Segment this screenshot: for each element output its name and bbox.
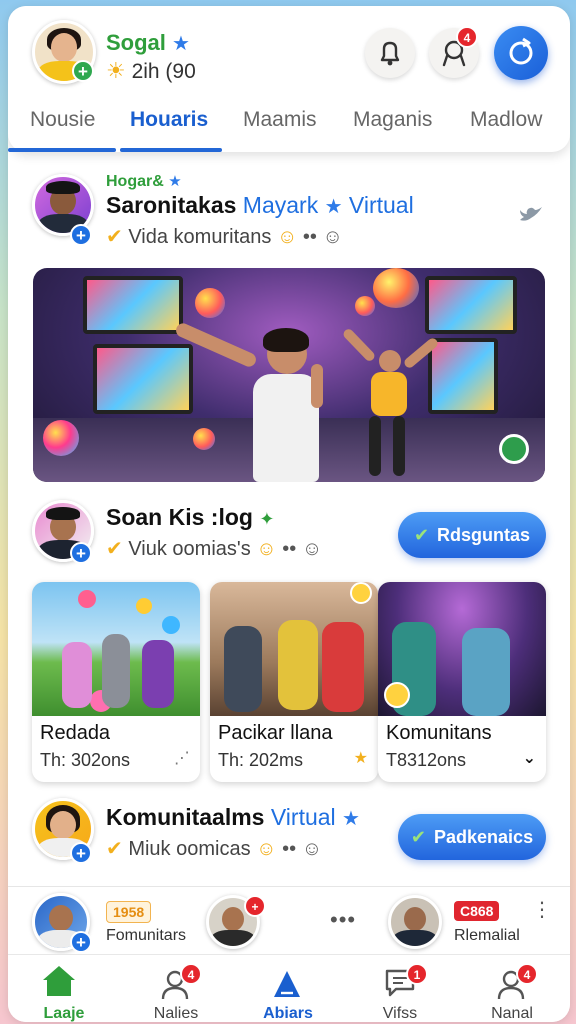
bell-icon bbox=[380, 41, 400, 66]
user-name: Sogal ★ bbox=[106, 30, 190, 55]
card-image bbox=[378, 582, 546, 716]
leaf-icon: ✔ bbox=[413, 524, 430, 545]
tab-maganis[interactable]: Maganis bbox=[353, 108, 432, 132]
coin-icon: ✔ bbox=[106, 226, 123, 248]
card-title: Komunitans bbox=[386, 722, 492, 744]
tab-underline-active bbox=[120, 148, 222, 152]
nav-laaje[interactable]: Laaje bbox=[8, 955, 120, 1022]
emoji-icon: ☺ bbox=[301, 838, 323, 860]
tab-nousie[interactable]: Nousie bbox=[30, 108, 95, 132]
bottom-nav: Laaje 4 Nalies Abiars 1 Vifss 4 Nanal bbox=[8, 954, 570, 1022]
add-badge[interactable]: + bbox=[244, 895, 266, 917]
refresh-icon bbox=[509, 37, 533, 65]
post1-image[interactable] bbox=[33, 268, 545, 482]
count-badge: C868 bbox=[454, 901, 500, 921]
emoji-icon: ☺ bbox=[301, 538, 323, 560]
verified-star-icon: ★ bbox=[168, 173, 182, 190]
nav-vifss[interactable]: 1 Vifss bbox=[344, 955, 456, 1022]
post2-meta: ✔ Viuk oomias's ☺ •• ☺ bbox=[106, 538, 323, 560]
notification-badge: 4 bbox=[180, 963, 202, 985]
home-icon bbox=[43, 966, 75, 996]
leaf-icon: ✔ bbox=[410, 826, 427, 847]
notification-badge: 4 bbox=[456, 26, 478, 48]
verified-star-icon: ★ bbox=[342, 808, 360, 830]
card-title: Redada bbox=[40, 722, 111, 744]
count-badge: 1958 bbox=[106, 901, 152, 923]
verified-star-icon: ★ bbox=[172, 33, 190, 55]
smile-icon: ☺ bbox=[256, 538, 277, 560]
top-header: + Sogal ★ ☀ 2ih (90 4 Nousie Houaris Maa… bbox=[8, 6, 570, 152]
nav-label: Nalies bbox=[153, 1005, 199, 1022]
share-icon bbox=[274, 971, 300, 997]
post3-name[interactable]: Komunitaalms Virtual ★ bbox=[106, 804, 360, 831]
share-dots-icon[interactable]: ⋰ bbox=[174, 748, 190, 768]
verified-star-icon: ★ bbox=[324, 196, 343, 218]
post1-meta: ✔ Vida komuritans ☺ •• ☺ bbox=[106, 226, 343, 248]
refresh-button[interactable] bbox=[494, 26, 548, 80]
verified-leaf-icon: ✦ bbox=[259, 509, 275, 529]
notification-badge: 1 bbox=[406, 963, 428, 985]
post2-name[interactable]: Soan Kis :log ✦ bbox=[106, 504, 274, 531]
post1-name[interactable]: Saronitakas Mayark ★ Virtual bbox=[106, 192, 414, 219]
card-subtitle: Th: 302ons bbox=[40, 750, 131, 770]
follow-icon[interactable]: + bbox=[70, 842, 92, 864]
post1-tag: Hogar& ★ bbox=[106, 173, 182, 190]
notification-badge: 4 bbox=[516, 963, 538, 985]
play-indicator-icon[interactable] bbox=[499, 434, 529, 464]
bell-button[interactable] bbox=[365, 28, 415, 78]
coin-icon: ✔ bbox=[106, 538, 123, 560]
card-komunitans[interactable]: Komunitans T8312ons ⌄ bbox=[378, 582, 546, 782]
tab-madlow[interactable]: Madlow bbox=[470, 108, 542, 132]
card-image bbox=[32, 582, 200, 716]
coin-icon: ✔ bbox=[106, 838, 123, 860]
tab-houaris[interactable]: Houaris bbox=[130, 108, 208, 132]
nav-nalies[interactable]: 4 Nalies bbox=[120, 955, 232, 1022]
follow-icon[interactable]: + bbox=[70, 542, 92, 564]
more-dots-icon[interactable]: ••• bbox=[330, 907, 356, 933]
post3-meta: ✔ Miuk oomicas ☺ •• ☺ bbox=[106, 838, 323, 860]
suggestion-label-right[interactable]: Rlemalial bbox=[454, 927, 520, 945]
nav-nanal[interactable]: 4 Nanal bbox=[456, 955, 568, 1022]
suggestion-avatar-right[interactable] bbox=[388, 895, 442, 949]
smile-icon: ☺ bbox=[276, 226, 298, 248]
post3-action-button[interactable]: ✔ Padkenaics bbox=[398, 814, 546, 860]
star-icon[interactable]: ★ bbox=[354, 748, 368, 768]
card-image bbox=[210, 582, 378, 716]
add-status-icon[interactable]: + bbox=[72, 60, 94, 82]
suggestion-strip: + 1958 Fomunitars + ••• C868 Rlemalial ⋮ bbox=[8, 886, 570, 956]
suggestion-label-left[interactable]: Fomunitars bbox=[106, 927, 186, 945]
chevron-down-icon[interactable]: ⌄ bbox=[523, 748, 536, 768]
card-row: Redada Th: 302ons ⋰ Pacikar llana Th: 20… bbox=[32, 582, 546, 782]
follow-icon[interactable]: + bbox=[70, 224, 92, 246]
card-title: Pacikar llana bbox=[218, 722, 333, 744]
nav-abiars[interactable]: Abiars bbox=[232, 955, 344, 1022]
user-status: ☀ 2ih (90 bbox=[106, 58, 196, 83]
tab-underline-left bbox=[8, 148, 116, 152]
kebab-menu-icon[interactable]: ⋮ bbox=[532, 900, 552, 920]
card-pacikar[interactable]: Pacikar llana Th: 202ms ★ bbox=[210, 582, 378, 782]
smile-icon: ☺ bbox=[256, 838, 277, 860]
card-redada[interactable]: Redada Th: 302ons ⋰ bbox=[32, 582, 200, 782]
tab-bar: Nousie Houaris Maamis Maganis Madlow bbox=[8, 98, 570, 152]
card-subtitle: Th: 202ms bbox=[218, 750, 304, 770]
bird-icon[interactable] bbox=[518, 204, 544, 226]
app-shell: + Sogal ★ ☀ 2ih (90 4 Nousie Houaris Maa… bbox=[8, 6, 570, 1022]
nav-label: Nanal bbox=[491, 1005, 533, 1022]
sun-icon: ☀ bbox=[106, 58, 126, 83]
nav-label: Abiars bbox=[263, 1005, 313, 1022]
nav-label: Vifss bbox=[382, 1005, 418, 1022]
emoji-icon: ☺ bbox=[322, 226, 343, 248]
nav-label: Laaje bbox=[43, 1005, 85, 1022]
follow-icon[interactable]: + bbox=[70, 931, 92, 953]
tab-maamis[interactable]: Maamis bbox=[243, 108, 317, 132]
post2-action-button[interactable]: ✔ Rdsguntas bbox=[398, 512, 546, 558]
card-subtitle: T8312ons bbox=[386, 750, 467, 770]
